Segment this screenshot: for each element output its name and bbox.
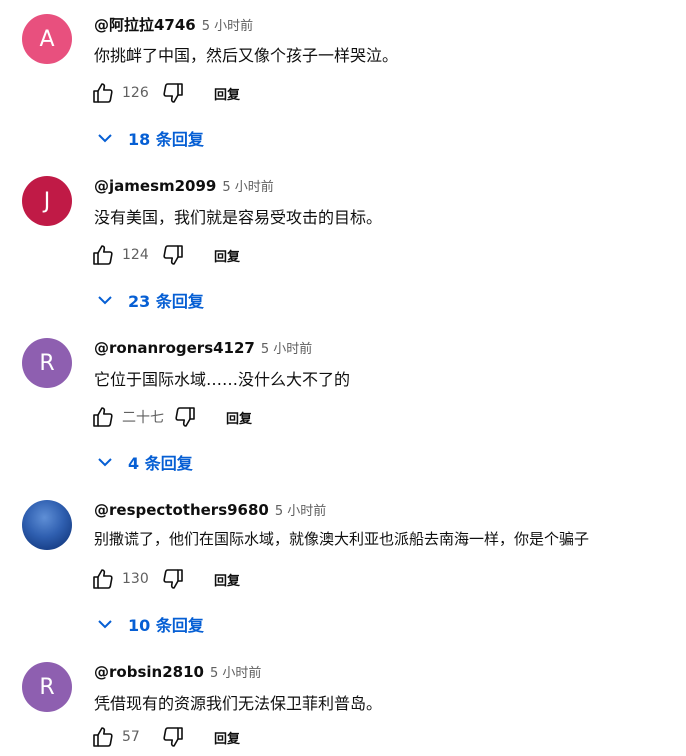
comment-meta: @ronanrogers4127 5 小时前 [94, 338, 312, 360]
dislike-button[interactable] [160, 724, 186, 750]
comment-meta: @respectothers9680 5 小时前 [94, 500, 326, 522]
thumbs-down-icon [163, 245, 183, 265]
avatar-letter: R [39, 350, 55, 376]
avatar[interactable] [22, 500, 72, 550]
like-count: 124 [122, 247, 149, 263]
avatar-letter: R [39, 674, 55, 700]
thumbs-down-icon [175, 407, 195, 427]
thumbs-up-icon [93, 569, 113, 589]
thumbs-down-icon [163, 83, 183, 103]
like-button[interactable] [90, 404, 116, 430]
thumbs-down-icon [163, 569, 183, 589]
reply-button[interactable]: 回复 [214, 246, 240, 265]
like-button[interactable] [90, 724, 116, 750]
thumbs-up-icon [93, 727, 113, 747]
view-replies-button[interactable]: 23 条回复 [96, 288, 204, 312]
timestamp[interactable]: 5 小时前 [222, 176, 273, 195]
like-count: 57 [122, 729, 140, 745]
comment-meta: @阿拉拉4746 5 小时前 [94, 14, 253, 36]
chevron-down-icon [98, 134, 112, 143]
like-count: 130 [122, 571, 149, 587]
comment-actions: 124 回复 [90, 242, 240, 268]
dislike-button[interactable] [160, 566, 186, 592]
author-handle[interactable]: @respectothers9680 [94, 501, 269, 519]
reply-button[interactable]: 回复 [214, 570, 240, 589]
comment-text: 没有美国，我们就是容易受攻击的目标。 [94, 208, 383, 227]
avatar-letter: J [43, 188, 51, 214]
comment-text: 你挑衅了中国，然后又像个孩子一样哭泣。 [94, 46, 399, 65]
author-handle[interactable]: @ronanrogers4127 [94, 339, 255, 357]
comment-text: 别撒谎了，他们在国际水域，就像澳大利亚也派船去南海一样，你是个骗子 [94, 530, 590, 548]
timestamp[interactable]: 5 小时前 [261, 338, 312, 357]
replies-label: 10 条回复 [128, 616, 204, 635]
reply-button[interactable]: 回复 [226, 408, 252, 427]
thumbs-down-icon [163, 727, 183, 747]
comment-text: 凭借现有的资源我们无法保卫菲利普岛。 [94, 694, 383, 713]
avatar[interactable]: J [22, 176, 72, 226]
reply-button[interactable]: 回复 [214, 84, 240, 103]
replies-label: 18 条回复 [128, 130, 204, 149]
dislike-button[interactable] [172, 404, 198, 430]
view-replies-button[interactable]: 18 条回复 [96, 126, 204, 150]
like-count: 126 [122, 85, 149, 101]
avatar-letter: A [39, 26, 55, 52]
comment-actions: 57 回复 [90, 724, 240, 750]
dislike-button[interactable] [160, 242, 186, 268]
replies-label: 23 条回复 [128, 292, 204, 311]
like-button[interactable] [90, 80, 116, 106]
comment-meta: @jamesm2099 5 小时前 [94, 176, 274, 198]
comment-actions: 二十七 回复 [90, 404, 252, 430]
view-replies-button[interactable]: 10 条回复 [96, 612, 204, 636]
chevron-down-icon [98, 620, 112, 629]
comment-actions: 126 回复 [90, 80, 240, 106]
like-count: 二十七 [122, 410, 164, 426]
avatar[interactable]: R [22, 662, 72, 712]
thumbs-up-icon [93, 83, 113, 103]
avatar[interactable]: A [22, 14, 72, 64]
timestamp[interactable]: 5 小时前 [275, 500, 326, 519]
reply-button[interactable]: 回复 [214, 728, 240, 747]
comment-actions: 130 回复 [90, 566, 240, 592]
avatar[interactable]: R [22, 338, 72, 388]
author-handle[interactable]: @阿拉拉4746 [94, 14, 196, 35]
chevron-down-icon [98, 458, 112, 467]
author-handle[interactable]: @robsin2810 [94, 663, 204, 681]
thumbs-up-icon [93, 245, 113, 265]
replies-label: 4 条回复 [128, 454, 193, 473]
like-button[interactable] [90, 566, 116, 592]
thumbs-up-icon [93, 407, 113, 427]
view-replies-button[interactable]: 4 条回复 [96, 450, 193, 474]
comment-text: 它位于国际水域……没什么大不了的 [94, 370, 351, 389]
author-handle[interactable]: @jamesm2099 [94, 177, 216, 195]
dislike-button[interactable] [160, 80, 186, 106]
timestamp[interactable]: 5 小时前 [210, 662, 261, 681]
chevron-down-icon [98, 296, 112, 305]
comment-meta: @robsin2810 5 小时前 [94, 662, 261, 684]
like-button[interactable] [90, 242, 116, 268]
timestamp[interactable]: 5 小时前 [202, 15, 253, 34]
